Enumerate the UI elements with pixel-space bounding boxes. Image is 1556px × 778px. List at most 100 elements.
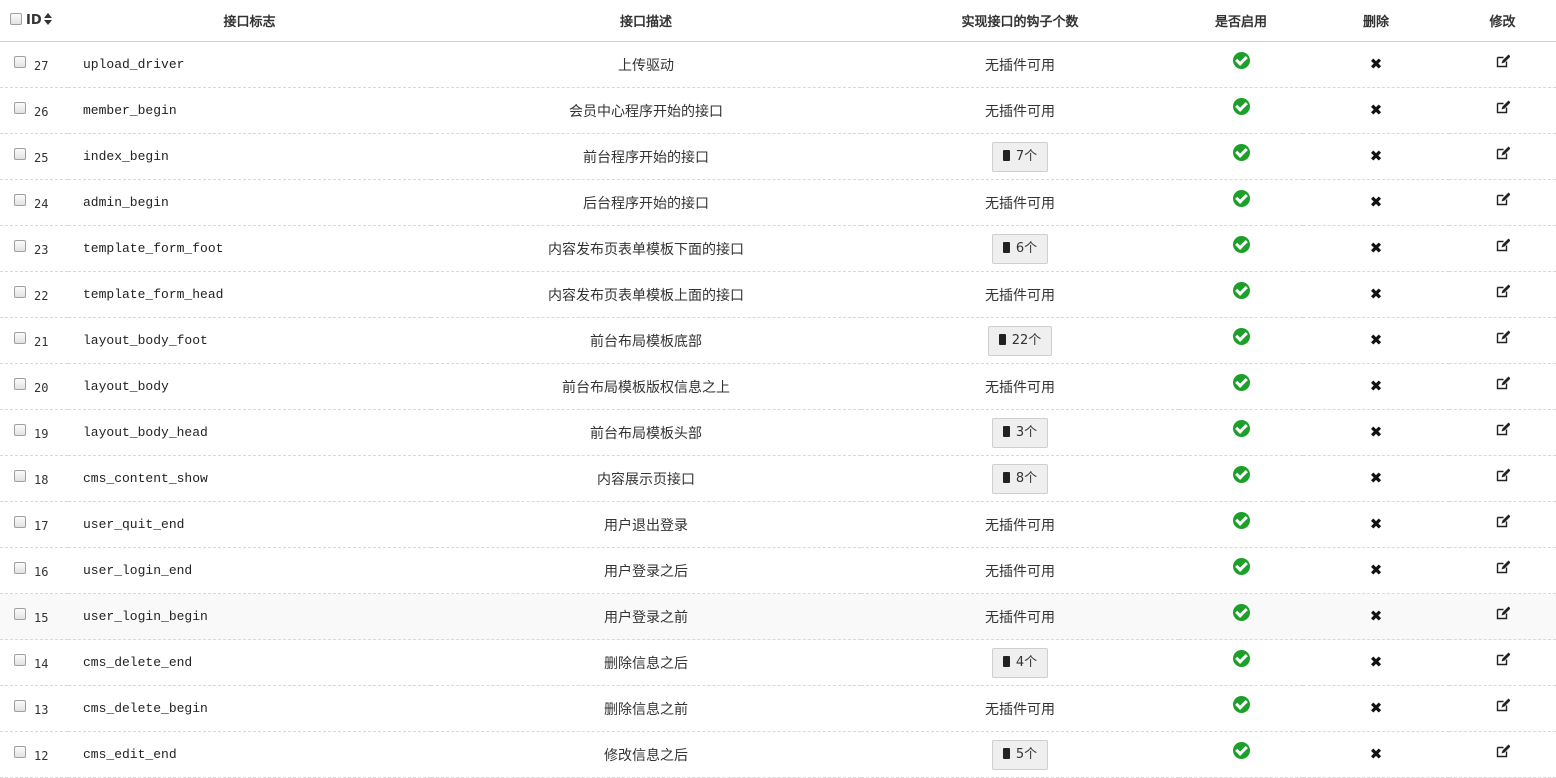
check-circle-icon[interactable] [1232, 98, 1250, 115]
edit-icon[interactable] [1496, 468, 1510, 482]
select-all-checkbox[interactable] [10, 13, 22, 25]
delete-times-icon[interactable]: ✖ [1370, 562, 1383, 578]
row-checkbox[interactable] [14, 423, 26, 436]
row-id: 23 [34, 242, 49, 257]
chip-icon [996, 333, 1008, 345]
cell-id: 22 [0, 271, 68, 318]
row-checkbox[interactable] [14, 331, 26, 344]
edit-icon[interactable] [1496, 100, 1510, 114]
edit-icon[interactable] [1496, 652, 1510, 666]
row-checkbox[interactable] [14, 699, 26, 712]
hooks-count-button[interactable]: 6个 [991, 233, 1049, 264]
header-id[interactable]: ID [0, 0, 68, 42]
edit-icon[interactable] [1496, 284, 1510, 298]
cell-mark: template_form_foot [68, 225, 431, 272]
sort-icon[interactable] [43, 13, 52, 25]
hooks-count-button[interactable]: 3个 [991, 417, 1049, 448]
delete-times-icon[interactable]: ✖ [1370, 378, 1383, 394]
edit-icon[interactable] [1496, 514, 1510, 528]
row-checkbox[interactable] [14, 101, 26, 114]
row-id: 26 [34, 104, 49, 119]
edit-icon[interactable] [1496, 54, 1510, 68]
edit-icon[interactable] [1496, 560, 1510, 574]
edit-icon[interactable] [1496, 744, 1510, 758]
cell-desc: 修改信息之后 [431, 731, 861, 778]
edit-icon[interactable] [1496, 698, 1510, 712]
check-circle-icon[interactable] [1232, 466, 1250, 483]
hooks-count-button[interactable]: 8个 [991, 463, 1049, 494]
delete-times-icon[interactable]: ✖ [1370, 424, 1383, 440]
row-checkbox[interactable] [14, 607, 26, 620]
cell-desc: 前台程序开始的接口 [431, 133, 861, 180]
row-checkbox[interactable] [14, 147, 26, 160]
cell-hooks: 5个 [861, 731, 1179, 778]
row-checkbox[interactable] [14, 285, 26, 298]
cell-desc: 用户登录之前 [431, 593, 861, 640]
check-circle-icon[interactable] [1232, 420, 1250, 437]
check-circle-icon[interactable] [1232, 650, 1250, 667]
edit-icon[interactable] [1496, 146, 1510, 160]
delete-times-icon[interactable]: ✖ [1370, 240, 1383, 256]
hooks-count-button[interactable]: 22个 [987, 325, 1053, 356]
edit-icon[interactable] [1496, 606, 1510, 620]
delete-times-icon[interactable]: ✖ [1370, 516, 1383, 532]
edit-icon[interactable] [1496, 330, 1510, 344]
row-checkbox[interactable] [14, 469, 26, 482]
check-circle-icon[interactable] [1232, 604, 1250, 621]
delete-times-icon[interactable]: ✖ [1370, 746, 1383, 762]
row-id: 21 [34, 334, 49, 349]
row-checkbox[interactable] [14, 653, 26, 666]
row-id: 20 [34, 380, 49, 395]
delete-times-icon[interactable]: ✖ [1370, 608, 1383, 624]
edit-icon[interactable] [1496, 238, 1510, 252]
check-circle-icon[interactable] [1232, 696, 1250, 713]
check-circle-icon[interactable] [1232, 190, 1250, 207]
cell-edit [1449, 639, 1556, 686]
edit-icon[interactable] [1496, 192, 1510, 206]
delete-times-icon[interactable]: ✖ [1370, 470, 1383, 486]
row-checkbox[interactable] [14, 193, 26, 206]
cell-enabled [1179, 409, 1303, 456]
check-circle-icon[interactable] [1232, 282, 1250, 299]
delete-times-icon[interactable]: ✖ [1370, 148, 1383, 164]
edit-icon[interactable] [1496, 422, 1510, 436]
delete-times-icon[interactable]: ✖ [1370, 654, 1383, 670]
hooks-count-label: 4个 [1015, 654, 1038, 670]
table-row: 24 admin_begin 后台程序开始的接口 无插件可用 ✖ [0, 179, 1556, 226]
cell-desc: 上传驱动 [431, 41, 861, 88]
check-circle-icon[interactable] [1232, 512, 1250, 529]
edit-icon[interactable] [1496, 376, 1510, 390]
row-checkbox[interactable] [14, 561, 26, 574]
hooks-count-button[interactable]: 4个 [991, 647, 1049, 678]
row-checkbox[interactable] [14, 745, 26, 758]
check-circle-icon[interactable] [1232, 144, 1250, 161]
no-plugin-text: 无插件可用 [985, 701, 1055, 718]
hooks-count-button[interactable]: 7个 [991, 141, 1049, 172]
row-checkbox[interactable] [14, 515, 26, 528]
hooks-count-button[interactable]: 5个 [991, 739, 1049, 770]
check-circle-icon[interactable] [1232, 742, 1250, 759]
check-circle-icon[interactable] [1232, 236, 1250, 253]
delete-times-icon[interactable]: ✖ [1370, 56, 1383, 72]
cell-hooks: 无插件可用 [861, 87, 1179, 134]
delete-times-icon[interactable]: ✖ [1370, 194, 1383, 210]
cell-delete: ✖ [1303, 455, 1449, 502]
row-checkbox[interactable] [14, 55, 26, 68]
delete-times-icon[interactable]: ✖ [1370, 102, 1383, 118]
no-plugin-text: 无插件可用 [985, 563, 1055, 580]
cell-edit [1449, 225, 1556, 272]
row-id: 17 [34, 518, 49, 533]
check-circle-icon[interactable] [1232, 52, 1250, 69]
cell-hooks: 无插件可用 [861, 363, 1179, 410]
delete-times-icon[interactable]: ✖ [1370, 286, 1383, 302]
row-checkbox[interactable] [14, 239, 26, 252]
delete-times-icon[interactable]: ✖ [1370, 332, 1383, 348]
hooks-count-label: 3个 [1015, 424, 1038, 440]
check-circle-icon[interactable] [1232, 374, 1250, 391]
check-circle-icon[interactable] [1232, 558, 1250, 575]
delete-times-icon[interactable]: ✖ [1370, 700, 1383, 716]
table-row: 21 layout_body_foot 前台布局模板底部 22个 ✖ [0, 317, 1556, 364]
check-circle-icon[interactable] [1232, 328, 1250, 345]
row-checkbox[interactable] [14, 377, 26, 390]
cell-enabled [1179, 685, 1303, 732]
